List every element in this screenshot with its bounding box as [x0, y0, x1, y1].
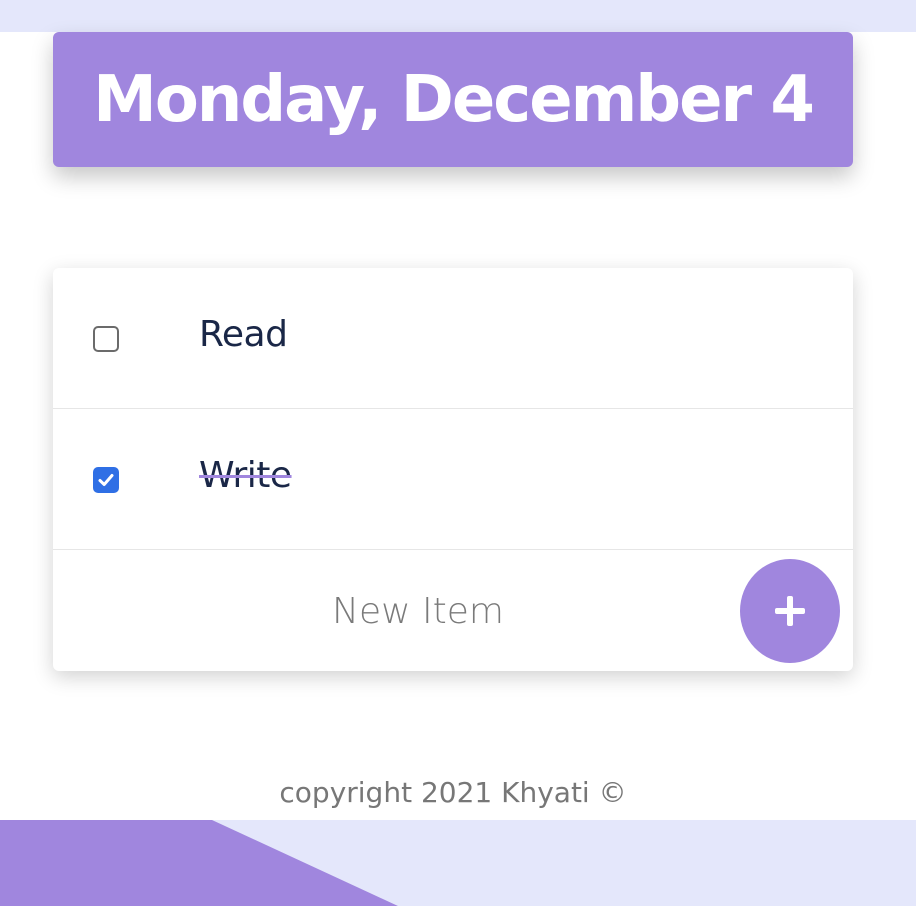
- bottom-band: [0, 820, 916, 906]
- plus-icon: [775, 596, 805, 626]
- item-label: Read: [199, 314, 288, 355]
- date-heading-box: Monday, December 4: [53, 32, 853, 167]
- top-band: [0, 0, 916, 32]
- bottom-wave-shape: [0, 820, 398, 906]
- copyright-footer: copyright 2021 Khyati ©: [279, 776, 627, 809]
- page: Monday, December 4 Read Write copyright …: [0, 0, 916, 906]
- date-heading: Monday, December 4: [93, 62, 815, 137]
- item-checkbox-checked[interactable]: [93, 467, 119, 493]
- todo-card: Read Write: [53, 268, 853, 671]
- new-item-input[interactable]: [53, 551, 783, 671]
- list-item[interactable]: Write: [53, 409, 853, 550]
- checkmark-icon: [98, 474, 114, 486]
- list-item[interactable]: Read: [53, 268, 853, 409]
- add-item-button[interactable]: [740, 559, 840, 663]
- item-label: Write: [199, 455, 292, 496]
- item-checkbox[interactable]: [93, 326, 119, 352]
